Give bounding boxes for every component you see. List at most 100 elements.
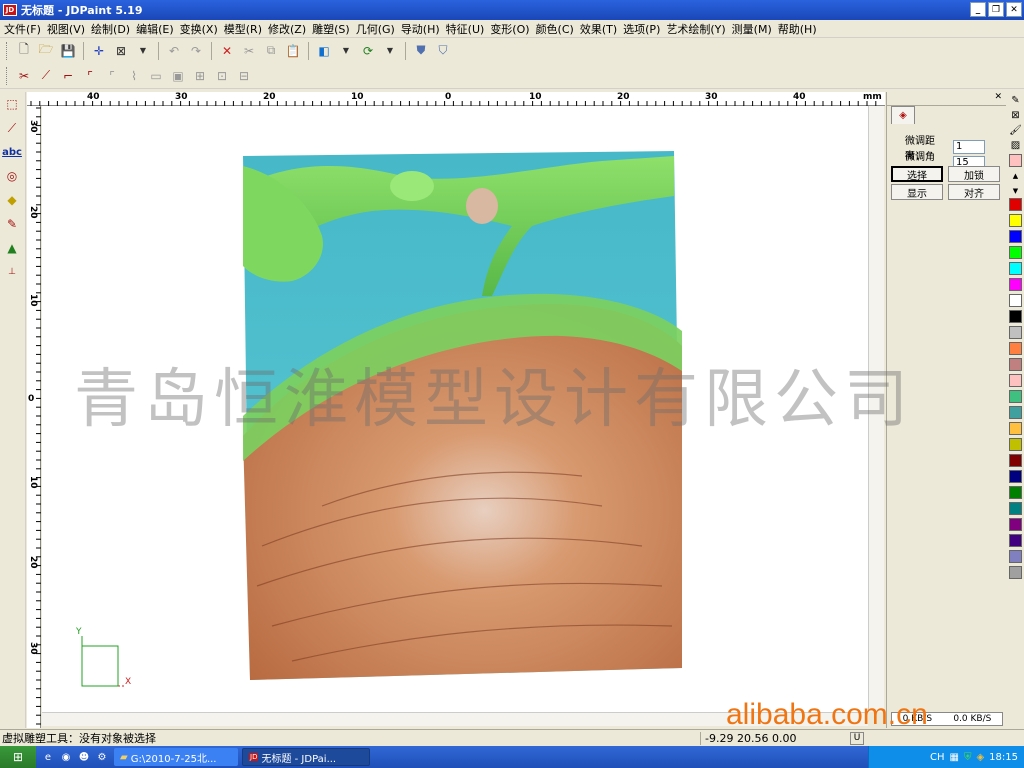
paste-icon[interactable]: 📋 (282, 40, 304, 62)
join-icon[interactable]: ⌇ (123, 65, 145, 87)
menu-art-draw[interactable]: 艺术绘制(Y) (666, 21, 731, 37)
color-swatch[interactable] (1009, 406, 1022, 419)
dropdown-arrow-icon[interactable]: ▼ (335, 40, 357, 62)
cut-icon[interactable]: ✂ (238, 40, 260, 62)
color-swatch[interactable] (1009, 486, 1022, 499)
toolbar-grip[interactable] (6, 41, 9, 60)
menu-deform[interactable]: 变形(O) (490, 21, 535, 37)
delete-icon[interactable]: ✕ (216, 40, 238, 62)
color-swatch[interactable] (1009, 374, 1022, 387)
crosshair-icon[interactable]: ✛ (88, 40, 110, 62)
restore-button[interactable]: ❐ (988, 2, 1004, 17)
color-swatch[interactable] (1009, 454, 1022, 467)
color-swatch[interactable] (1009, 310, 1022, 323)
panel-close-icon[interactable]: ✕ (994, 92, 1002, 102)
vertical-scrollbar[interactable] (868, 106, 884, 712)
copy-icon[interactable]: ⧉ (260, 40, 282, 62)
select-button[interactable]: 选择 (891, 166, 943, 182)
color-swatch[interactable] (1009, 230, 1022, 243)
menu-draw[interactable]: 绘制(D) (91, 21, 136, 37)
security-icon[interactable]: ⛨ (964, 752, 972, 763)
horizontal-scrollbar[interactable] (42, 712, 868, 726)
line-icon[interactable]: ▭ (145, 65, 167, 87)
unit-button[interactable]: U (850, 731, 864, 745)
color-swatch[interactable] (1009, 550, 1022, 563)
menu-color[interactable]: 颜色(C) (536, 21, 580, 37)
color-swatch[interactable] (1009, 390, 1022, 403)
messenger-icon[interactable]: ☻ (76, 749, 92, 765)
ie-icon[interactable]: e (40, 749, 56, 765)
redo-icon[interactable]: ↷ (185, 40, 207, 62)
color-swatch[interactable] (1009, 438, 1022, 451)
taskbar-jdpaint-window[interactable]: JD 无标题 - JDPai... (242, 748, 370, 766)
dropdown-arrow-icon[interactable]: ▼ (379, 40, 401, 62)
menu-geometry[interactable]: 几何(G) (356, 21, 401, 37)
color-swatch[interactable] (1009, 518, 1022, 531)
brush-icon[interactable]: 🖌 (1009, 124, 1022, 137)
menu-edit[interactable]: 编辑(E) (136, 21, 180, 37)
menu-effect[interactable]: 效果(T) (580, 21, 623, 37)
trim-icon[interactable]: ✂ (13, 65, 35, 87)
pattern-icon[interactable]: ▨ (1009, 139, 1022, 152)
drawing-canvas[interactable]: Y X (42, 106, 868, 712)
menu-file[interactable]: 文件(F) (4, 21, 47, 37)
color-swatch[interactable] (1009, 246, 1022, 259)
media-icon[interactable]: ◉ (58, 749, 74, 765)
new-file-icon[interactable]: 🗋 (13, 40, 35, 62)
shield-filled-icon[interactable]: ⛉ (432, 40, 454, 62)
no-color-icon[interactable]: ⊠ (1009, 109, 1022, 122)
color-swatch[interactable] (1009, 278, 1022, 291)
menu-model[interactable]: 模型(R) (224, 21, 268, 37)
language-indicator[interactable]: CH (930, 752, 945, 763)
diamond-tool-icon[interactable]: ◆ (0, 188, 24, 212)
menu-help[interactable]: 帮助(H) (778, 21, 823, 37)
fill-tool-icon[interactable]: ▲ (0, 236, 24, 260)
shield-icon[interactable]: ⛊ (410, 40, 432, 62)
relief-model[interactable] (243, 151, 682, 680)
rectangle-select-icon[interactable]: ⬚ (0, 92, 24, 116)
taskbar-explorer-window[interactable]: ▰ G:\2010-7-25北... (114, 748, 238, 766)
menu-transform[interactable]: 变换(X) (180, 21, 224, 37)
menu-sculpt[interactable]: 雕塑(S) (312, 21, 356, 37)
text-tool-icon[interactable]: abc (0, 140, 24, 164)
rotate-view-icon[interactable]: ⟳ (357, 40, 379, 62)
color-swatch[interactable] (1009, 198, 1022, 211)
current-color-icon[interactable] (1009, 154, 1022, 167)
sculpt-tab-icon[interactable]: ◈ (891, 106, 915, 124)
toolbar-grip[interactable] (6, 66, 9, 85)
dropdown-arrow-icon[interactable]: ▼ (132, 40, 154, 62)
undo-icon[interactable]: ↶ (163, 40, 185, 62)
extend-icon[interactable]: ⟋ (35, 65, 57, 87)
color-swatch[interactable] (1009, 566, 1022, 579)
menu-options[interactable]: 选项(P) (623, 21, 666, 37)
close-button[interactable]: ✕ (1006, 2, 1022, 17)
shield-icon[interactable]: ◈ (976, 752, 984, 763)
menu-sweep[interactable]: 导动(H) (401, 21, 446, 37)
polyline-icon[interactable]: ⟋ (0, 116, 24, 140)
smooth-icon[interactable]: ⊟ (233, 65, 255, 87)
scroll-up-icon[interactable]: ▲ (1009, 169, 1022, 182)
color-swatch[interactable] (1009, 502, 1022, 515)
chamfer-icon[interactable]: ⌜ (79, 65, 101, 87)
menu-measure[interactable]: 测量(M) (732, 21, 778, 37)
view-cube-icon[interactable]: ◧ (313, 40, 335, 62)
circle-tool-icon[interactable]: ◎ (0, 164, 24, 188)
minimize-button[interactable]: _ (970, 2, 986, 17)
start-button[interactable]: ⊞ (0, 746, 36, 768)
align-button[interactable]: 对齐 (948, 184, 1000, 200)
color-swatch[interactable] (1009, 294, 1022, 307)
offset-icon[interactable]: ▣ (167, 65, 189, 87)
lock-button[interactable]: 加锁 (948, 166, 1000, 182)
open-folder-icon[interactable]: 🗁 (35, 40, 57, 62)
tool-icon[interactable]: ⚙ (94, 749, 110, 765)
corner-icon[interactable]: ⌜ (101, 65, 123, 87)
menu-modify[interactable]: 修改(Z) (268, 21, 312, 37)
show-button[interactable]: 显示 (891, 184, 943, 200)
color-swatch[interactable] (1009, 422, 1022, 435)
array-icon[interactable]: ⊞ (189, 65, 211, 87)
color-swatch[interactable] (1009, 342, 1022, 355)
scroll-down-icon[interactable]: ▼ (1009, 184, 1022, 197)
save-icon[interactable]: 💾 (57, 40, 79, 62)
select-box-icon[interactable]: ⊠ (110, 40, 132, 62)
pen-icon[interactable]: ✎ (1009, 94, 1022, 107)
